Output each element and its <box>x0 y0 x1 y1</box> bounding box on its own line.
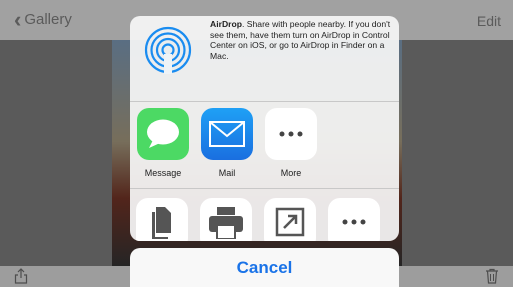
share-sheet: AirDrop. Share with people nearby. If yo… <box>130 16 399 241</box>
cancel-button[interactable]: Cancel <box>130 248 399 287</box>
more-icon[interactable] <box>328 198 380 241</box>
airdrop-description: AirDrop. Share with people nearby. If yo… <box>210 19 392 61</box>
airdrop-section: AirDrop. Share with people nearby. If yo… <box>130 16 399 102</box>
actions-row <box>130 190 399 241</box>
share-app-message[interactable]: Message <box>136 108 190 178</box>
airdrop-icon[interactable] <box>144 26 192 74</box>
mail-icon <box>201 108 253 160</box>
open-in-icon[interactable] <box>264 198 316 241</box>
copy-icon[interactable] <box>136 198 188 241</box>
message-icon <box>137 108 189 160</box>
share-apps-row: Message Mail More <box>130 103 399 189</box>
share-app-label: Mail <box>218 168 236 178</box>
more-icon <box>265 108 317 160</box>
share-app-more[interactable]: More <box>264 108 318 178</box>
share-app-mail[interactable]: Mail <box>200 108 254 178</box>
print-icon[interactable] <box>200 198 252 241</box>
share-app-label: More <box>280 168 302 178</box>
airdrop-title: AirDrop <box>210 19 242 29</box>
share-app-label: Message <box>144 168 182 178</box>
